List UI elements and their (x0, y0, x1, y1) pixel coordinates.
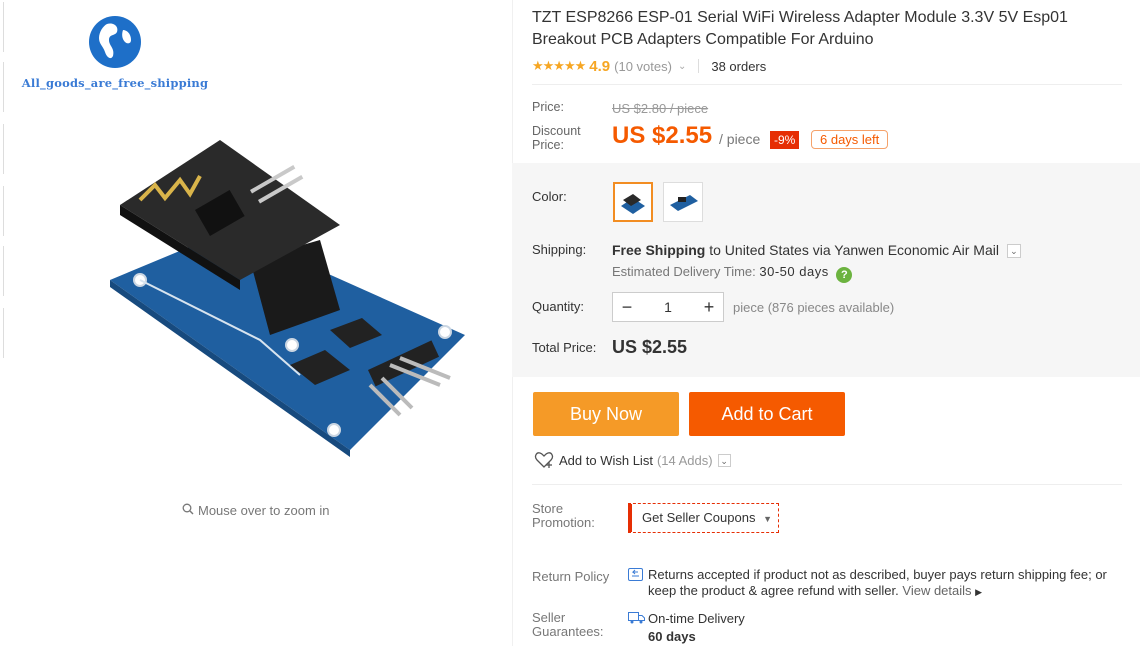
wish-list[interactable]: Add to Wish List (14 Adds) ⌄ (534, 451, 731, 469)
thumbnail[interactable] (0, 62, 4, 112)
color-swatch-selected[interactable] (613, 182, 653, 222)
store-logo[interactable]: All_goods_are_free_shipping (20, 14, 210, 90)
per-piece-label: / piece (719, 131, 761, 147)
buy-now-button[interactable]: Buy Now (533, 392, 679, 436)
total-price-label: Total Price: (532, 340, 597, 355)
discount-price: US $2.55 (612, 122, 713, 149)
wish-count: (14 Adds) (656, 452, 713, 468)
decrease-button[interactable]: − (613, 297, 641, 318)
thumbnail-rail (0, 0, 4, 360)
discount-price-label: Discount Price: (532, 124, 581, 152)
return-policy-label: Return Policy (532, 569, 610, 584)
view-details-link[interactable]: View details (902, 583, 971, 598)
rating-score: 4.9 (589, 57, 611, 75)
shipping-destination: to United States via Yanwen Economic Air… (705, 242, 999, 258)
estimated-delivery-label: Estimated Delivery Time: (612, 264, 760, 279)
divider (532, 84, 1122, 85)
free-shipping-text: Free Shipping (612, 242, 706, 258)
original-price: US $2.80 / piece (612, 101, 709, 116)
return-icon (628, 568, 643, 581)
estimated-delivery: Estimated Delivery Time: 30-50 days ? (612, 264, 853, 283)
rating-row: ★★★★★ 4.9 (10 votes) ⌄ 38 orders (532, 57, 766, 75)
product-image[interactable] (100, 130, 480, 460)
estimated-delivery-days: 30-50 days (759, 264, 829, 279)
thumbnail[interactable] (0, 246, 4, 296)
color-label: Color: (532, 189, 567, 204)
shipping-info: Free Shipping to United States via Yanwe… (612, 242, 1021, 258)
chevron-down-icon[interactable]: ⌄ (1006, 244, 1021, 258)
thumbnail[interactable] (0, 308, 4, 358)
return-policy-body: Returns accepted if product not as descr… (648, 567, 1107, 598)
divider (532, 484, 1122, 485)
heart-plus-icon (534, 452, 554, 468)
chevron-right-icon[interactable]: ▶ (975, 587, 982, 597)
seller-guarantees-label: Seller Guarantees: (532, 610, 604, 639)
quantity-label: Quantity: (532, 299, 585, 314)
guarantee-info: On-time Delivery 60 days (648, 610, 745, 646)
chevron-down-icon[interactable]: ⌄ (717, 453, 731, 467)
star-rating-icon: ★★★★★ (532, 58, 586, 73)
product-page: All_goods_are_free_shipping Mouse over t… (0, 0, 1140, 646)
help-icon[interactable]: ? (836, 267, 853, 283)
magnifier-icon (182, 503, 194, 518)
divider (698, 59, 700, 73)
swatch-thumbnail (621, 194, 645, 214)
increase-button[interactable]: + (695, 297, 723, 318)
thumbnail[interactable] (0, 124, 4, 174)
quantity-available: piece (876 pieces available) (733, 300, 895, 315)
price-label: Price: (532, 100, 564, 114)
thumbnail[interactable] (0, 186, 4, 236)
quantity-stepper: − 1 + (612, 292, 724, 322)
globe-icon (89, 16, 141, 68)
caret-down-icon: ▼ (763, 514, 772, 524)
truck-icon (628, 612, 645, 624)
color-swatch[interactable] (663, 182, 703, 222)
product-title: TZT ESP8266 ESP-01 Serial WiFi Wireless … (532, 9, 1068, 48)
thumbnail[interactable] (0, 2, 4, 52)
return-policy-text: Returns accepted if product not as descr… (648, 567, 1128, 600)
orders-count: 38 orders (711, 58, 767, 74)
days-left-badge: 6 days left (811, 130, 889, 149)
seller-coupons-label: Get Seller Coupons (642, 510, 756, 525)
chevron-down-icon[interactable]: ⌄ (678, 61, 686, 72)
discount-badge: -9% (770, 131, 800, 149)
wish-list-label[interactable]: Add to Wish List (559, 453, 653, 468)
seller-coupons-button[interactable]: Get Seller Coupons ▼ (628, 503, 779, 533)
quantity-input[interactable]: 1 (641, 299, 695, 315)
guarantee-title: On-time Delivery (648, 611, 745, 626)
zoom-hint: Mouse over to zoom in (182, 503, 330, 518)
total-price: US $2.55 (612, 337, 688, 357)
swatch-thumbnail (670, 195, 698, 211)
store-promotion-label: Store Promotion: (532, 501, 595, 530)
zoom-hint-text: Mouse over to zoom in (198, 503, 330, 518)
votes-link[interactable]: (10 votes) (614, 59, 672, 74)
shipping-label: Shipping: (532, 242, 587, 257)
guarantee-days: 60 days (648, 629, 696, 644)
store-logo-text: All_goods_are_free_shipping (21, 76, 209, 90)
add-to-cart-button[interactable]: Add to Cart (689, 392, 845, 436)
